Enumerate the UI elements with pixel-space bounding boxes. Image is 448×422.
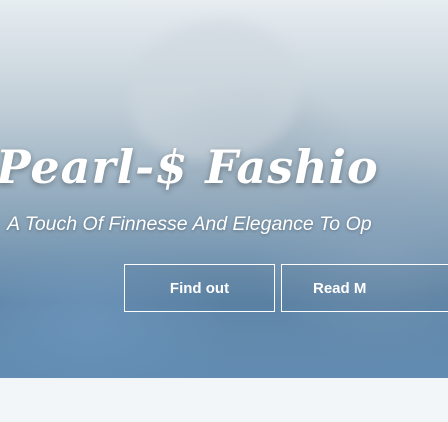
find-out-button[interactable]: Find out bbox=[124, 264, 275, 312]
brand-title: Pearl-$ Fashio bbox=[0, 140, 379, 194]
below-hero-area bbox=[0, 378, 448, 422]
hero-section: Pearl-$ Fashio A Touch Of Finnesse And E… bbox=[0, 0, 448, 378]
read-more-button[interactable]: Read M bbox=[281, 264, 448, 312]
hero-tagline: A Touch Of Finnesse And Elegance To Op bbox=[7, 213, 372, 235]
